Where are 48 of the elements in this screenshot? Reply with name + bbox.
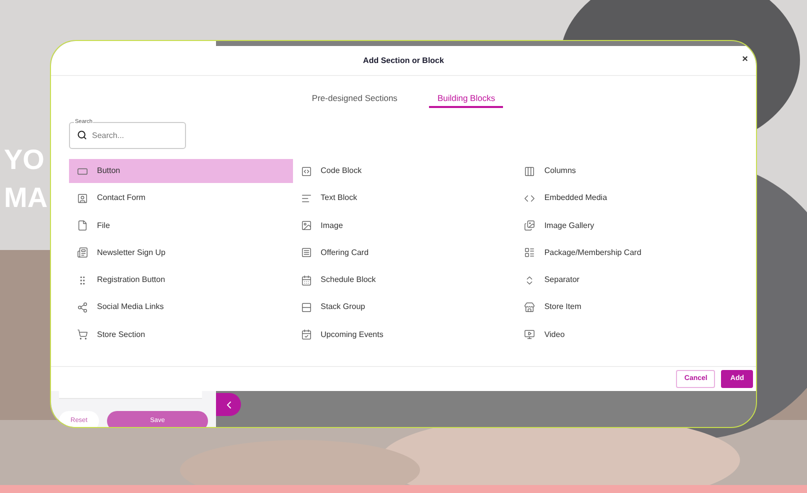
block-item[interactable]: Contact Form	[69, 186, 293, 210]
block-item[interactable]: Store Item	[516, 295, 740, 320]
video-icon	[524, 329, 536, 340]
block-item[interactable]: Columns	[516, 159, 740, 183]
file-icon	[77, 220, 88, 232]
images-icon	[524, 220, 536, 232]
code-square-icon	[300, 166, 312, 176]
block-item[interactable]: Package/Membership Card	[516, 240, 740, 265]
block-item[interactable]: File	[69, 214, 293, 238]
block-item[interactable]: Stack Group	[292, 295, 516, 320]
store-icon	[524, 302, 536, 313]
search-field[interactable]: Search...	[69, 122, 186, 149]
cart-icon	[77, 329, 88, 340]
block-item[interactable]: Text Block	[292, 186, 516, 210]
block-item[interactable]: Offering Card	[292, 240, 516, 265]
block-item[interactable]: Registration Button	[69, 268, 293, 292]
image-icon	[300, 220, 312, 232]
person-card-icon	[77, 192, 88, 204]
block-item[interactable]: Upcoming Events	[292, 322, 516, 347]
rows-icon	[300, 302, 312, 313]
list-icon	[524, 247, 536, 258]
block-item[interactable]: Code Block	[292, 159, 516, 183]
columns-icon	[524, 166, 536, 176]
newspaper-icon	[77, 247, 88, 258]
close-button[interactable]: ×	[742, 54, 748, 66]
card-lines-icon	[300, 247, 312, 258]
block-item[interactable]: Button	[69, 159, 293, 183]
share-icon	[77, 302, 88, 313]
block-item[interactable]: Social Media Links	[69, 295, 293, 320]
block-item[interactable]: Video	[516, 322, 740, 347]
block-item[interactable]: Schedule Block	[292, 268, 516, 292]
block-item[interactable]: Image	[292, 214, 516, 238]
code-brackets-icon	[524, 192, 536, 204]
text-lines-icon	[300, 192, 312, 204]
search-icon	[77, 130, 87, 140]
block-item[interactable]: Newsletter Sign Up	[69, 240, 293, 265]
tab[interactable]: Building Blocks	[429, 90, 504, 108]
rectangle-icon	[77, 166, 88, 176]
dialog-title: Add Section or Block	[363, 54, 444, 66]
block-item[interactable]: Store Section	[69, 322, 293, 347]
block-item[interactable]: Separator	[516, 268, 740, 292]
block-item[interactable]: Image Gallery	[516, 214, 740, 238]
block-item[interactable]: Embedded Media	[516, 186, 740, 210]
tab[interactable]: Pre-designed Sections	[304, 90, 406, 108]
collapse-button[interactable]	[216, 393, 241, 416]
calendar-icon	[300, 274, 312, 286]
calendar-icon	[300, 329, 312, 340]
input-field[interactable]	[59, 391, 202, 399]
